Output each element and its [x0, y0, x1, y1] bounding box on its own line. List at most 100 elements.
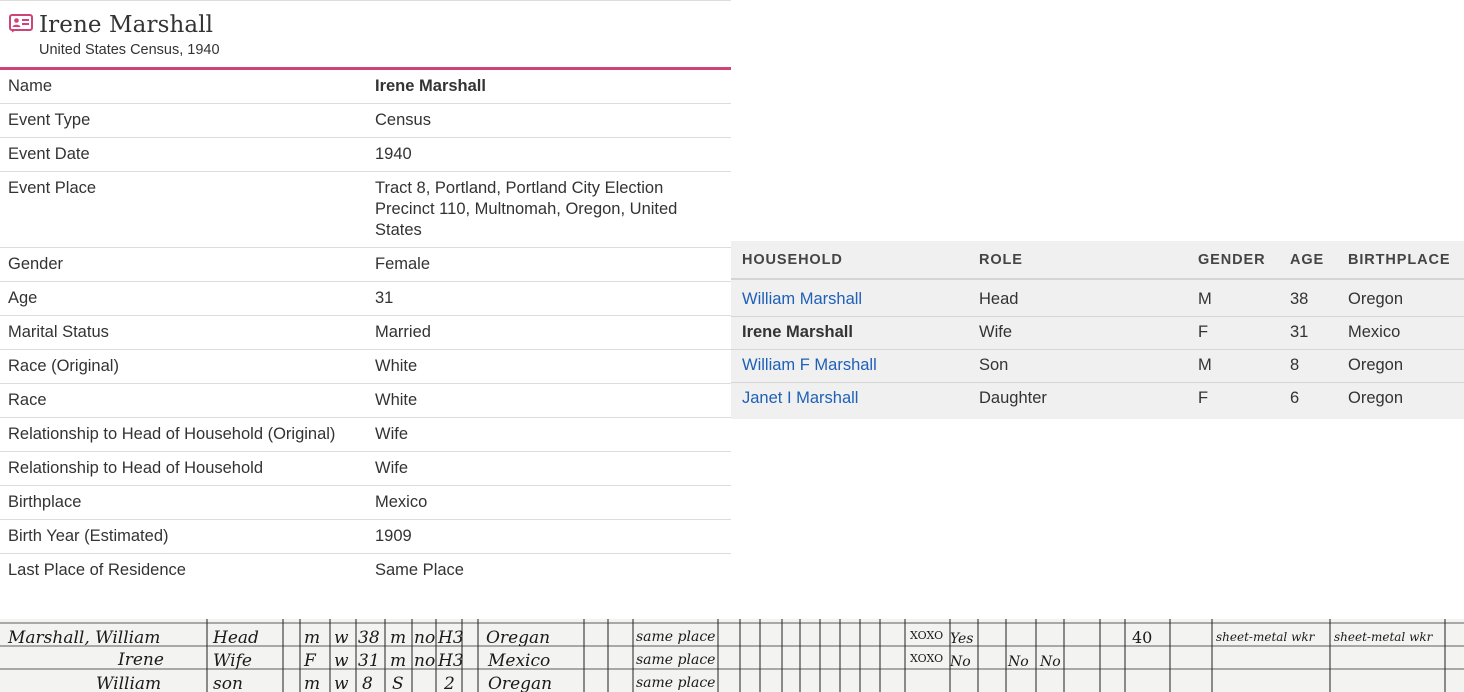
household-gender: F: [1187, 316, 1279, 350]
svg-text:m: m: [390, 651, 406, 671]
col-birthplace: BIRTHPLACE: [1337, 241, 1464, 280]
fact-row: Relationship to Head of Household (Origi…: [0, 417, 731, 452]
fact-label: Last Place of Residence: [8, 561, 186, 579]
record-header: Irene Marshall United States Census, 194…: [0, 1, 731, 67]
svg-text:Oregan: Oregan: [486, 628, 550, 648]
fact-value: Married: [367, 315, 731, 350]
svg-text:same place: same place: [636, 629, 715, 645]
record-panel: Irene Marshall United States Census, 194…: [0, 0, 731, 587]
svg-text:no: no: [414, 651, 435, 671]
household-birthplace: Oregon: [1337, 349, 1464, 383]
svg-text:sheet-metal wkr: sheet-metal wkr: [1334, 630, 1434, 644]
fact-value: Irene Marshall: [367, 70, 731, 104]
fact-row: Age 31: [0, 281, 731, 316]
svg-text:w: w: [334, 628, 349, 648]
fact-label: Event Type: [0, 103, 367, 138]
person-card-icon: [9, 14, 33, 33]
fact-label: Marital Status: [0, 315, 367, 350]
fact-label: Event Date: [0, 137, 367, 172]
fact-value: 1940: [367, 137, 731, 172]
household-age: 31: [1279, 316, 1337, 350]
svg-text:H3: H3: [437, 651, 464, 671]
fact-row: Event Place Tract 8, Portland, Portland C…: [0, 171, 731, 248]
svg-text:2: 2: [443, 674, 455, 692]
svg-text:same place: same place: [636, 675, 715, 691]
svg-text:Head: Head: [212, 628, 259, 648]
svg-text:son: son: [213, 674, 243, 692]
svg-text:XOXO: XOXO: [910, 652, 943, 665]
col-age: AGE: [1279, 241, 1337, 280]
fact-row: Race (Original) White: [0, 349, 731, 384]
fact-row: Event Type Census: [0, 103, 731, 138]
fact-row: Name Irene Marshall: [0, 70, 731, 104]
svg-text:no: no: [414, 628, 435, 648]
fact-value: Tract 8, Portland, Portland City Electio…: [367, 171, 731, 248]
household-member-link[interactable]: Janet I Marshall: [731, 382, 968, 415]
fact-label: Age: [0, 281, 367, 316]
fact-label: Name: [0, 70, 367, 104]
svg-text:Wife: Wife: [213, 651, 252, 671]
svg-text:w: w: [334, 651, 349, 671]
household-role: Wife: [968, 316, 1187, 350]
household-age: 38: [1279, 279, 1337, 317]
household-role: Head: [968, 279, 1187, 317]
fact-value: Wife: [367, 451, 731, 486]
household-table: HOUSEHOLD ROLE GENDER AGE BIRTHPLACE Wil…: [731, 241, 1464, 415]
household-gender: M: [1187, 349, 1279, 383]
household-gender: M: [1187, 279, 1279, 317]
svg-text:XOXO: XOXO: [910, 629, 943, 642]
facts-table: Name Irene Marshall Event Type Census Event …: [0, 70, 731, 587]
fact-row: Birthplace Mexico: [0, 485, 731, 520]
svg-text:w: w: [334, 674, 349, 692]
col-household: HOUSEHOLD: [731, 241, 968, 280]
household-panel: HOUSEHOLD ROLE GENDER AGE BIRTHPLACE Wil…: [731, 241, 1464, 419]
svg-text:m: m: [304, 628, 320, 648]
household-member-link[interactable]: William F Marshall: [731, 349, 968, 383]
fact-row: Race White: [0, 383, 731, 418]
fact-value: Census: [367, 103, 731, 138]
household-member-link[interactable]: William Marshall: [731, 279, 968, 317]
fact-row: Last Place of Residence Same Place: [0, 554, 731, 588]
svg-text:Yes: Yes: [950, 631, 974, 647]
fact-label: Relationship to Head of Household (Origi…: [0, 417, 367, 452]
record-title: Irene Marshall: [39, 12, 214, 38]
census-handwriting-image: Marshall, William Head mw 38 m no H3 Orega…: [0, 619, 1464, 692]
household-age: 6: [1290, 389, 1300, 408]
fact-value: White: [367, 349, 731, 384]
census-image-strip[interactable]: Marshall, William Head mw 38 m no H3 Orega…: [0, 619, 1464, 692]
svg-text:38: 38: [358, 628, 380, 648]
svg-text:40: 40: [1132, 628, 1152, 647]
fact-label: Race: [0, 383, 367, 418]
svg-text:sheet-metal wkr: sheet-metal wkr: [1216, 630, 1316, 644]
col-role: ROLE: [968, 241, 1187, 280]
svg-text:F: F: [303, 651, 317, 671]
household-row: Janet I Marshall Daughter F 6 Oregon: [731, 382, 1464, 415]
record-collection: United States Census, 1940: [39, 42, 220, 58]
fact-label: Race (Original): [0, 349, 367, 384]
household-role: Daughter: [979, 389, 1047, 408]
svg-text:S: S: [392, 674, 404, 692]
fact-label: Birthplace: [0, 485, 367, 520]
svg-text:No: No: [1007, 654, 1029, 670]
household-header-row: HOUSEHOLD ROLE GENDER AGE BIRTHPLACE: [731, 241, 1464, 280]
svg-text:Mexico: Mexico: [487, 651, 550, 671]
fact-row: Relationship to Head of Household Wife: [0, 451, 731, 486]
svg-text:Marshall, William: Marshall, William: [7, 628, 160, 648]
fact-row: Gender Female: [0, 247, 731, 282]
fact-row: Birth Year (Estimated) 1909: [0, 519, 731, 554]
svg-text:8: 8: [362, 674, 373, 692]
fact-label: Event Place: [0, 171, 367, 248]
household-birthplace: Mexico: [1337, 316, 1464, 350]
fact-value: Wife: [367, 417, 731, 452]
fact-label: Relationship to Head of Household: [0, 451, 367, 486]
fact-value: 1909: [367, 519, 731, 554]
fact-row: Event Date 1940: [0, 137, 731, 172]
svg-text:H3: H3: [437, 628, 464, 648]
fact-value: Same Place: [375, 561, 464, 579]
fact-value: 31: [367, 281, 731, 316]
household-row: William Marshall Head M 38 Oregon: [731, 279, 1464, 317]
col-gender: GENDER: [1187, 241, 1279, 280]
svg-text:Irene: Irene: [117, 650, 164, 670]
household-birthplace: Oregon: [1337, 279, 1464, 317]
fact-value: White: [367, 383, 731, 418]
